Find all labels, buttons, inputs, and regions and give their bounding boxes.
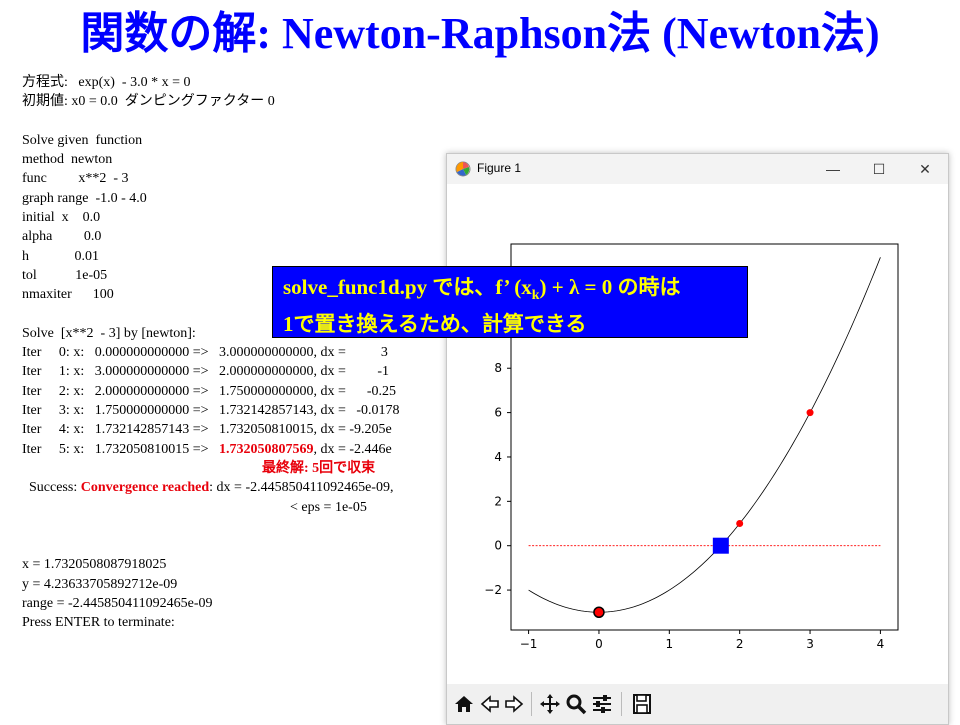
y-tick-label: 2	[494, 494, 502, 508]
success-prefix: Success:	[22, 480, 81, 496]
final-solution-note: 最終解: 5回で収束	[262, 460, 376, 476]
annotation-callout: solve_func1d.py では、f’ (xk) + λ = 0 の時は 1…	[272, 266, 748, 338]
x-tick-label: 1	[665, 637, 673, 651]
console-line: initial x 0.0	[22, 210, 101, 226]
callout-subscript: k	[531, 288, 540, 304]
toolbar-separator	[621, 692, 622, 716]
console-line: Iter 2: x: 2.000000000000 => 1.750000000…	[22, 383, 397, 399]
y-tick-label: 8	[494, 361, 502, 375]
console-line: Iter 0: x: 0.000000000000 => 3.000000000…	[22, 345, 388, 361]
console-line: func x**2 - 3	[22, 171, 129, 187]
home-icon[interactable]	[453, 692, 475, 716]
console-line: alpha 0.0	[22, 229, 102, 245]
console-line: Solve given function	[22, 132, 143, 148]
figure-title: Figure 1	[477, 161, 522, 175]
console-text: Iter 5: x: 1.732050810015 =>	[22, 441, 219, 457]
x-tick-label: 2	[736, 637, 744, 651]
console-output: 方程式: exp(x) - 3.0 * x = 0 初期値: x0 = 0.0 ダ…	[22, 73, 452, 633]
iterate-point	[806, 409, 814, 417]
configure-icon[interactable]	[591, 692, 613, 716]
pan-icon[interactable]	[539, 692, 561, 716]
x-tick-label: 4	[877, 637, 885, 651]
console-line: Iter 3: x: 1.750000000000 => 1.732142857…	[22, 403, 400, 419]
result-line: y = 4.23633705892712e-09	[22, 576, 178, 592]
toolbar-separator	[531, 692, 532, 716]
figure-titlebar[interactable]: Figure 1 — ☐ ✕	[447, 154, 948, 184]
console-line: 初期値: x0 = 0.0 ダンピングファクター 0	[22, 94, 275, 110]
console-line: Iter 4: x: 1.732142857143 => 1.732050810…	[22, 422, 392, 438]
console-line: h 0.01	[22, 248, 99, 264]
forward-icon[interactable]	[503, 692, 525, 716]
eps-line: < eps = 1e-05	[290, 499, 367, 515]
figure-toolbar	[447, 684, 948, 724]
save-icon[interactable]	[631, 692, 653, 716]
x-tick-label: 3	[806, 637, 814, 651]
back-icon[interactable]	[479, 692, 501, 716]
callout-line-2: 1で置き換えるため、計算できる	[283, 312, 587, 337]
callout-text-1b: ) + λ = 0 の時は	[539, 275, 681, 299]
result-line: x = 1.7320508087918025	[22, 557, 167, 573]
y-tick-label: 4	[494, 450, 502, 464]
maximize-button[interactable]: ☐	[859, 158, 899, 180]
x-tick-label: 0	[595, 637, 603, 651]
close-button[interactable]: ✕	[905, 158, 945, 180]
initial-point	[593, 606, 605, 619]
console-blank	[22, 517, 452, 536]
matplotlib-icon	[455, 161, 471, 177]
callout-text-1a: solve_func1d.py では、f’ (x	[283, 275, 532, 299]
minimize-button[interactable]: —	[813, 158, 853, 180]
x-tick-label: −1	[520, 637, 538, 651]
callout-line-1: solve_func1d.py では、f’ (xk) + λ = 0 の時は	[283, 273, 737, 310]
iterate-point	[736, 520, 744, 528]
console-blank	[22, 536, 452, 555]
console-line: method newton	[22, 152, 113, 168]
figure-window[interactable]: Figure 1 — ☐ ✕ −1 0 1 2 3 4 −2 0 2 4 6 8	[446, 153, 949, 725]
success-line: Success: Convergence reached: dx = -2.44…	[22, 478, 452, 497]
solution-marker	[712, 537, 729, 554]
slide-title: 関数の解: Newton-Raphson法 (Newton法)	[80, 9, 880, 58]
console-line: graph range -1.0 - 4.0	[22, 190, 147, 206]
converged-value: 1.732050807569	[219, 441, 314, 457]
y-tick-label: −2	[484, 583, 502, 597]
y-tick-label: 6	[494, 406, 502, 420]
success-detail: : dx = -2.445850411092465e-09,	[209, 480, 394, 496]
plot-canvas[interactable]: −1 0 1 2 3 4 −2 0 2 4 6 8	[447, 184, 948, 684]
console-line: Iter 1: x: 3.000000000000 => 2.000000000…	[22, 364, 390, 380]
y-tick-label: 0	[494, 539, 502, 553]
result-line: range = -2.445850411092465e-09	[22, 596, 213, 612]
success-status: Convergence reached	[80, 480, 210, 496]
zoom-icon[interactable]	[565, 692, 587, 716]
result-line: Press ENTER to terminate:	[22, 615, 175, 631]
console-line: 方程式: exp(x) - 3.0 * x = 0	[22, 75, 191, 90]
console-line: Iter 5: x: 1.732050810015 => 1.732050807…	[22, 440, 452, 459]
console-text: , dx = -2.446e	[313, 441, 392, 457]
